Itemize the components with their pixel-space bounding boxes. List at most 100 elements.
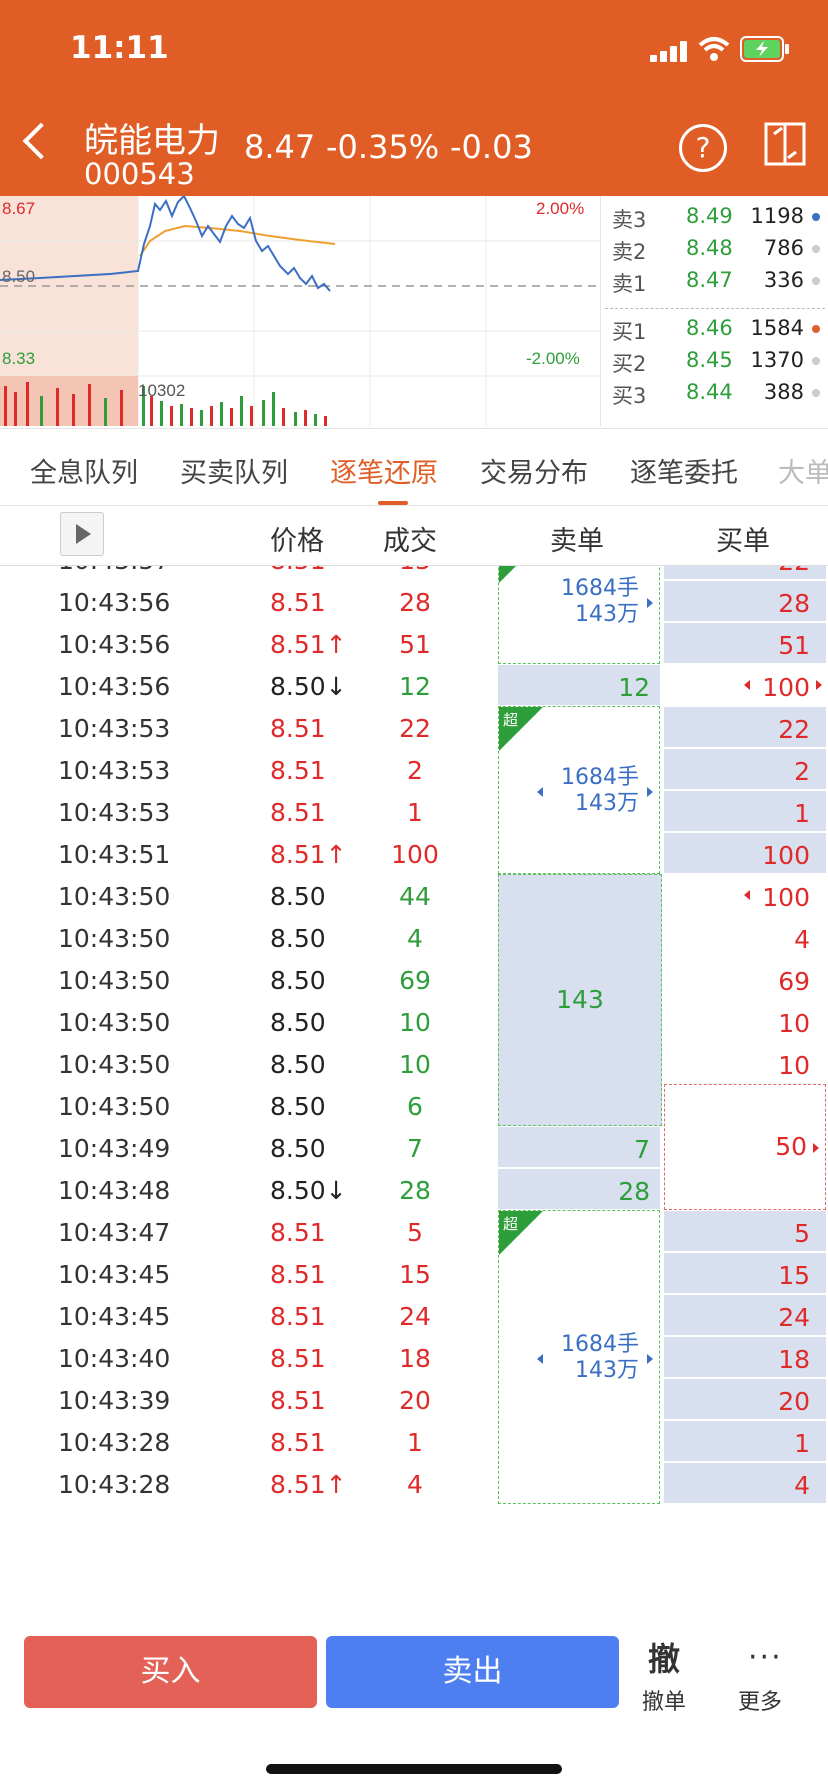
table-row[interactable]: 10:43:39 8.51 20 20: [0, 1378, 828, 1426]
row-time: 10:43:49: [58, 1134, 171, 1163]
table-row[interactable]: 10:43:28 8.51↑ 4 4: [0, 1462, 828, 1510]
orderbook-volume: 1584: [750, 316, 804, 340]
buy-order-cell[interactable]: 4: [664, 1463, 826, 1503]
tab-trade-distribution[interactable]: 交易分布: [480, 451, 588, 490]
more-label[interactable]: 更多: [738, 1684, 782, 1716]
row-volume: 6: [407, 1092, 423, 1121]
merged-buy-block[interactable]: 50: [664, 1084, 826, 1210]
tab-big-orders[interactable]: 大单: [778, 451, 828, 490]
battery-icon: [740, 36, 789, 62]
row-volume: 12: [399, 672, 431, 701]
orderbook-row[interactable]: 卖3 8.49 1198: [604, 200, 828, 234]
intraday-chart[interactable]: 8.67 8.50 8.33 2.00% -2.00% 10302: [0, 196, 600, 426]
super-order-box[interactable]: 超1684手143万: [498, 1210, 660, 1504]
orderbook-row[interactable]: 买2 8.45 1370: [604, 344, 828, 378]
row-price: 8.51: [270, 1218, 326, 1247]
super-order-tag: 超: [503, 1215, 519, 1233]
table-row[interactable]: 10:43:50 8.50 10 10: [0, 1042, 828, 1090]
buy-order-cell[interactable]: 22: [664, 707, 826, 747]
orderbook-row[interactable]: 买3 8.44 388: [604, 376, 828, 410]
super-order-box[interactable]: 超1684手143万: [498, 566, 660, 664]
table-row[interactable]: 10:43:51 8.51↑ 100 100: [0, 832, 828, 880]
more-icon[interactable]: ···: [748, 1640, 783, 1675]
cancel-order-icon[interactable]: 撤: [648, 1634, 680, 1680]
buy-order-cell[interactable]: 1: [664, 791, 826, 831]
buy-order-value: 2: [794, 757, 810, 786]
cancel-order-label[interactable]: 撤单: [642, 1684, 686, 1716]
table-row[interactable]: 10:43:50 8.50 10 10: [0, 1000, 828, 1048]
table-row[interactable]: 10:43:53 8.51 2 2: [0, 748, 828, 796]
buy-order-cell[interactable]: 100: [664, 833, 826, 873]
y-high-label: 8.67: [2, 199, 35, 218]
tab-tick-restore[interactable]: 逐笔还原: [330, 451, 438, 490]
sell-order-cell[interactable]: 12: [498, 665, 660, 705]
help-icon[interactable]: ?: [679, 124, 727, 172]
merged-buy-value: 50: [775, 1132, 807, 1161]
buy-order-cell[interactable]: 28: [664, 581, 826, 621]
row-price: 8.51: [270, 798, 326, 827]
buy-order-value: 100: [762, 883, 810, 912]
buy-order-value: 1: [794, 799, 810, 828]
buy-order-cell[interactable]: 15: [664, 1253, 826, 1293]
row-volume: 20: [399, 1386, 431, 1415]
table-row[interactable]: 10:43:45 8.51 15 15: [0, 1252, 828, 1300]
row-volume: 15: [399, 1260, 431, 1289]
tab-full-queue[interactable]: 全息队列: [30, 451, 138, 490]
back-icon[interactable]: [22, 122, 60, 160]
table-row[interactable]: 10:43:45 8.51 24 24: [0, 1294, 828, 1342]
split-view-icon[interactable]: [764, 122, 806, 166]
row-price: 8.50↓: [270, 672, 347, 701]
table-row[interactable]: 10:43:50 8.50 44 100: [0, 874, 828, 922]
stock-name: 皖能电力: [84, 121, 220, 161]
buy-order-cell[interactable]: 18: [664, 1337, 826, 1377]
buy-order-value: 100: [762, 673, 810, 702]
orderbook-row[interactable]: 卖1 8.47 336: [604, 264, 828, 298]
orderbook-row[interactable]: 卖2 8.48 786: [604, 232, 828, 266]
table-row[interactable]: 10:43:53 8.51 1 1: [0, 790, 828, 838]
row-time: 10:43:45: [58, 1302, 171, 1331]
orderbook-dot: [812, 213, 820, 221]
merged-sell-block[interactable]: 143: [498, 874, 662, 1126]
table-row[interactable]: 10:43:56 8.51↑ 51 51: [0, 622, 828, 670]
buy-order-cell[interactable]: 5: [664, 1211, 826, 1251]
play-button[interactable]: [60, 512, 104, 556]
row-time: 10:43:28: [58, 1428, 171, 1457]
buy-order-cell[interactable]: 22: [664, 566, 826, 579]
buy-order-cell[interactable]: 20: [664, 1379, 826, 1419]
chevron-left-icon: [744, 890, 750, 900]
row-volume: 1: [407, 798, 423, 827]
table-row[interactable]: 10:43:56 8.51 28 28: [0, 580, 828, 628]
row-price: 8.50↓: [270, 1176, 347, 1205]
buy-order-cell[interactable]: 69: [664, 959, 826, 999]
tick-list[interactable]: 10:43:578.51132210:43:568.51282810:43:56…: [0, 566, 828, 1619]
tab-bid-ask-queue[interactable]: 买卖队列: [180, 451, 288, 490]
table-row[interactable]: 10:43:56 8.50↓ 12 100 12: [0, 664, 828, 712]
orderbook-label: 卖3: [612, 208, 647, 232]
orderbook-price: 8.44: [686, 380, 733, 404]
buy-order-cell[interactable]: 1: [664, 1421, 826, 1461]
table-row[interactable]: 10:43:50 8.50 69 69: [0, 958, 828, 1006]
buy-order-cell[interactable]: 4: [664, 917, 826, 957]
row-time: 10:43:48: [58, 1176, 171, 1205]
row-price: 8.51↑: [270, 1470, 347, 1499]
table-row[interactable]: 10:43:40 8.51 18 18: [0, 1336, 828, 1384]
table-row[interactable]: 10:43:50 8.50 4 4: [0, 916, 828, 964]
pct-low-label: -2.00%: [526, 349, 580, 368]
table-row[interactable]: 10:43:53 8.51 22 22: [0, 706, 828, 754]
super-order-box[interactable]: 超1684手143万: [498, 706, 660, 874]
buy-order-cell[interactable]: 10: [664, 1001, 826, 1041]
buy-button[interactable]: 买入: [24, 1636, 317, 1708]
table-row[interactable]: 10:43:47 8.51 5 5: [0, 1210, 828, 1258]
orderbook-row[interactable]: 买1 8.46 1584: [604, 312, 828, 346]
buy-order-cell[interactable]: 51: [664, 623, 826, 663]
tab-tick-orders[interactable]: 逐笔委托: [630, 451, 738, 490]
chevron-right-icon: [647, 598, 653, 608]
sell-order-cell[interactable]: 28: [498, 1169, 660, 1209]
buy-order-cell[interactable]: 24: [664, 1295, 826, 1335]
sell-order-cell[interactable]: 7: [498, 1127, 660, 1167]
table-row[interactable]: 10:43:28 8.51 1 1: [0, 1420, 828, 1468]
col-sell: 卖单: [550, 526, 604, 557]
buy-order-cell[interactable]: 2: [664, 749, 826, 789]
buy-order-cell[interactable]: 10: [664, 1043, 826, 1083]
sell-button[interactable]: 卖出: [326, 1636, 619, 1708]
